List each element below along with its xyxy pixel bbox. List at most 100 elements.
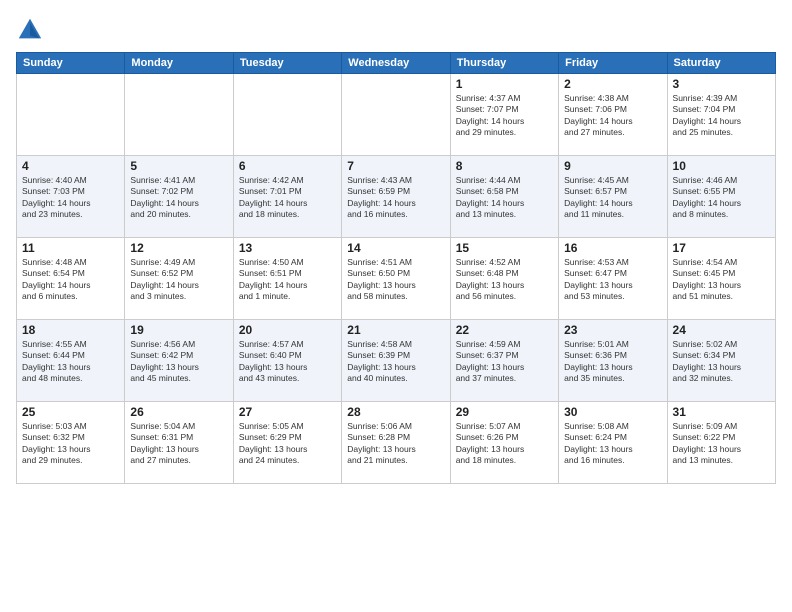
day-number: 12	[130, 241, 227, 255]
weekday-header-friday: Friday	[559, 53, 667, 74]
calendar-cell	[125, 74, 233, 156]
calendar-cell: 7 Sunrise: 4:43 AMSunset: 6:59 PMDaylight…	[342, 156, 450, 238]
calendar-cell: 26Sunrise: 5:04 AMSunset: 6:31 PMDayligh…	[125, 402, 233, 484]
calendar-cell: 28 Sunrise: 5:06 AMSunset: 6:28 PMDayligh…	[342, 402, 450, 484]
calendar-cell: 11 Sunrise: 4:48 AMSunset: 6:54 PMDayligh…	[17, 238, 125, 320]
weekday-header-monday: Monday	[125, 53, 233, 74]
day-info: Sunrise: 5:05 AMSunset: 6:29 PMDaylight:…	[239, 421, 336, 467]
calendar-cell: 17 Sunrise: 4:54 AMSunset: 6:45 PMDayligh…	[667, 238, 775, 320]
day-number: 7	[347, 159, 444, 173]
logo-icon	[16, 16, 44, 44]
day-info: Sunrise: 4:55 AMSunset: 6:44 PMDaylight:…	[22, 339, 119, 385]
day-info: Sunrise: 4:43 AMSunset: 6:59 PMDaylight:…	[347, 175, 444, 221]
day-number: 31	[673, 405, 770, 419]
day-info: Sunrise: 4:40 AMSunset: 7:03 PMDaylight:…	[22, 175, 119, 221]
day-info: Sunrise: 4:37 AMSunset: 7:07 PMDaylight:…	[456, 93, 553, 139]
day-info: Sunrise: 5:01 AMSunset: 6:36 PMDaylight:…	[564, 339, 661, 385]
calendar-cell: 14Sunrise: 4:51 AMSunset: 6:50 PMDayligh…	[342, 238, 450, 320]
day-info: Sunrise: 4:58 AMSunset: 6:39 PMDaylight:…	[347, 339, 444, 385]
day-number: 14	[347, 241, 444, 255]
calendar-cell: 4 Sunrise: 4:40 AMSunset: 7:03 PMDaylight…	[17, 156, 125, 238]
calendar-cell: 31 Sunrise: 5:09 AMSunset: 6:22 PMDayligh…	[667, 402, 775, 484]
day-number: 2	[564, 77, 661, 91]
day-number: 5	[130, 159, 227, 173]
day-number: 1	[456, 77, 553, 91]
calendar-cell: 22 Sunrise: 4:59 AMSunset: 6:37 PMDayligh…	[450, 320, 558, 402]
calendar-cell: 10Sunrise: 4:46 AMSunset: 6:55 PMDayligh…	[667, 156, 775, 238]
calendar-cell: 16 Sunrise: 4:53 AMSunset: 6:47 PMDayligh…	[559, 238, 667, 320]
calendar-cell: 20 Sunrise: 4:57 AMSunset: 6:40 PMDayligh…	[233, 320, 341, 402]
day-info: Sunrise: 4:56 AMSunset: 6:42 PMDaylight:…	[130, 339, 227, 385]
day-info: Sunrise: 5:08 AMSunset: 6:24 PMDaylight:…	[564, 421, 661, 467]
day-number: 4	[22, 159, 119, 173]
day-number: 27	[239, 405, 336, 419]
day-number: 10	[673, 159, 770, 173]
week-row-4: 25 Sunrise: 5:03 AMSunset: 6:32 PMDayligh…	[17, 402, 776, 484]
calendar-cell: 1 Sunrise: 4:37 AMSunset: 7:07 PMDaylight…	[450, 74, 558, 156]
day-number: 28	[347, 405, 444, 419]
day-number: 19	[130, 323, 227, 337]
calendar-cell: 19 Sunrise: 4:56 AMSunset: 6:42 PMDayligh…	[125, 320, 233, 402]
calendar-cell: 25 Sunrise: 5:03 AMSunset: 6:32 PMDayligh…	[17, 402, 125, 484]
day-info: Sunrise: 4:53 AMSunset: 6:47 PMDaylight:…	[564, 257, 661, 303]
calendar-cell: 8Sunrise: 4:44 AMSunset: 6:58 PMDaylight…	[450, 156, 558, 238]
day-number: 6	[239, 159, 336, 173]
calendar-cell: 5Sunrise: 4:41 AMSunset: 7:02 PMDaylight…	[125, 156, 233, 238]
day-number: 8	[456, 159, 553, 173]
day-number: 9	[564, 159, 661, 173]
calendar-cell: 15 Sunrise: 4:52 AMSunset: 6:48 PMDayligh…	[450, 238, 558, 320]
day-info: Sunrise: 5:02 AMSunset: 6:34 PMDaylight:…	[673, 339, 770, 385]
day-number: 23	[564, 323, 661, 337]
week-row-1: 4 Sunrise: 4:40 AMSunset: 7:03 PMDaylight…	[17, 156, 776, 238]
calendar-cell: 6 Sunrise: 4:42 AMSunset: 7:01 PMDaylight…	[233, 156, 341, 238]
day-info: Sunrise: 4:49 AMSunset: 6:52 PMDaylight:…	[130, 257, 227, 303]
day-info: Sunrise: 5:07 AMSunset: 6:26 PMDaylight:…	[456, 421, 553, 467]
weekday-header-thursday: Thursday	[450, 53, 558, 74]
calendar-cell: 29Sunrise: 5:07 AMSunset: 6:26 PMDayligh…	[450, 402, 558, 484]
day-number: 25	[22, 405, 119, 419]
header	[16, 16, 776, 44]
calendar-cell: 2Sunrise: 4:38 AMSunset: 7:06 PMDaylight…	[559, 74, 667, 156]
day-info: Sunrise: 5:04 AMSunset: 6:31 PMDaylight:…	[130, 421, 227, 467]
calendar-cell: 18 Sunrise: 4:55 AMSunset: 6:44 PMDayligh…	[17, 320, 125, 402]
weekday-header-wednesday: Wednesday	[342, 53, 450, 74]
day-number: 11	[22, 241, 119, 255]
day-info: Sunrise: 4:59 AMSunset: 6:37 PMDaylight:…	[456, 339, 553, 385]
calendar-cell	[342, 74, 450, 156]
week-row-0: 1 Sunrise: 4:37 AMSunset: 7:07 PMDaylight…	[17, 74, 776, 156]
day-info: Sunrise: 5:03 AMSunset: 6:32 PMDaylight:…	[22, 421, 119, 467]
day-number: 3	[673, 77, 770, 91]
day-info: Sunrise: 4:48 AMSunset: 6:54 PMDaylight:…	[22, 257, 119, 303]
calendar-cell: 3 Sunrise: 4:39 AMSunset: 7:04 PMDaylight…	[667, 74, 775, 156]
day-number: 24	[673, 323, 770, 337]
weekday-header-saturday: Saturday	[667, 53, 775, 74]
day-info: Sunrise: 4:39 AMSunset: 7:04 PMDaylight:…	[673, 93, 770, 139]
calendar-cell: 21Sunrise: 4:58 AMSunset: 6:39 PMDayligh…	[342, 320, 450, 402]
day-number: 18	[22, 323, 119, 337]
day-info: Sunrise: 4:50 AMSunset: 6:51 PMDaylight:…	[239, 257, 336, 303]
day-info: Sunrise: 5:09 AMSunset: 6:22 PMDaylight:…	[673, 421, 770, 467]
calendar-cell: 24 Sunrise: 5:02 AMSunset: 6:34 PMDayligh…	[667, 320, 775, 402]
day-number: 22	[456, 323, 553, 337]
calendar-cell: 23 Sunrise: 5:01 AMSunset: 6:36 PMDayligh…	[559, 320, 667, 402]
calendar-cell: 9Sunrise: 4:45 AMSunset: 6:57 PMDaylight…	[559, 156, 667, 238]
day-number: 16	[564, 241, 661, 255]
day-info: Sunrise: 5:06 AMSunset: 6:28 PMDaylight:…	[347, 421, 444, 467]
day-info: Sunrise: 4:54 AMSunset: 6:45 PMDaylight:…	[673, 257, 770, 303]
day-number: 17	[673, 241, 770, 255]
day-info: Sunrise: 4:42 AMSunset: 7:01 PMDaylight:…	[239, 175, 336, 221]
page: SundayMondayTuesdayWednesdayThursdayFrid…	[0, 0, 792, 612]
logo	[16, 16, 48, 44]
calendar: SundayMondayTuesdayWednesdayThursdayFrid…	[16, 52, 776, 484]
day-number: 30	[564, 405, 661, 419]
day-number: 15	[456, 241, 553, 255]
calendar-cell: 12 Sunrise: 4:49 AMSunset: 6:52 PMDayligh…	[125, 238, 233, 320]
day-number: 13	[239, 241, 336, 255]
weekday-header-row: SundayMondayTuesdayWednesdayThursdayFrid…	[17, 53, 776, 74]
week-row-2: 11 Sunrise: 4:48 AMSunset: 6:54 PMDayligh…	[17, 238, 776, 320]
day-number: 20	[239, 323, 336, 337]
day-info: Sunrise: 4:52 AMSunset: 6:48 PMDaylight:…	[456, 257, 553, 303]
calendar-cell: 13 Sunrise: 4:50 AMSunset: 6:51 PMDayligh…	[233, 238, 341, 320]
calendar-cell	[233, 74, 341, 156]
day-info: Sunrise: 4:57 AMSunset: 6:40 PMDaylight:…	[239, 339, 336, 385]
